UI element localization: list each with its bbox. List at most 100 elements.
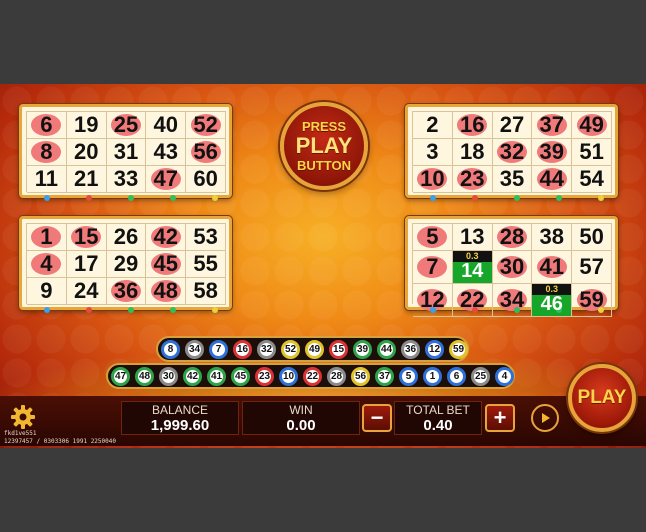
card-cell: 21 [66, 166, 107, 193]
drawn-ball: 52 [281, 339, 300, 359]
bingo-card-top-left: 6 19 25 40 52 8 20 31 43 56 11 21 33 47 60 [19, 104, 232, 201]
indicator-dot [86, 195, 92, 201]
card-number: 8 [40, 139, 53, 164]
card-cell: 38 [532, 224, 573, 251]
card-cell: 10 [413, 166, 453, 193]
balance-value: 1,999.60 [150, 417, 210, 434]
card-cell: 43 [146, 139, 187, 166]
indicator-dot [170, 195, 176, 201]
drawn-ball: 34 [185, 339, 204, 359]
bingo-card-bottom-left: 1 15 26 42 53 4 17 29 45 55 9 24 36 48 58 [19, 216, 232, 313]
card-grid: 5 13 28 38 50 7 0.3 14 30 41 57 12 22 34 0.3 46 59 [412, 223, 612, 317]
card-number: 12 [420, 287, 445, 312]
decrease-bet-button[interactable]: − [362, 404, 392, 432]
drawn-ball: 49 [305, 339, 324, 359]
win-panel: WIN 0.00 [242, 401, 360, 435]
card-cell: 9 [27, 278, 67, 305]
drawn-ball: 36 [401, 339, 420, 359]
card-number: 6 [40, 112, 53, 137]
card-cell: 23 [452, 166, 493, 193]
press-play-button-badge[interactable]: PRESS PLAY BUTTON [280, 102, 368, 190]
win-value: 0.00 [286, 417, 316, 434]
indicator-dot [472, 195, 478, 201]
total-bet-value: 0.40 [423, 417, 453, 434]
card-number: 36 [113, 278, 139, 303]
drawn-ball: 45 [231, 366, 250, 386]
card-cell: 13 [452, 224, 493, 251]
card-cell: 4 [27, 251, 67, 278]
card-cell: 47 [146, 166, 187, 193]
session-id: fkd1ve551 [4, 430, 37, 437]
card-number: 19 [73, 112, 99, 137]
card-number: 47 [153, 166, 179, 191]
card-cell: 18 [452, 139, 493, 166]
card-number: 57 [579, 254, 604, 279]
card-cell: 30 [492, 251, 533, 284]
drawn-ball: 6 [447, 366, 466, 386]
card-number: 31 [113, 139, 139, 164]
card-number: 3 [426, 139, 439, 164]
card-number: 24 [73, 278, 99, 303]
card-number: 43 [153, 139, 179, 164]
card-cell: 36 [106, 278, 147, 305]
card-cell: 58 [186, 278, 226, 305]
drawn-ball: 16 [233, 339, 252, 359]
card-cell: 27 [492, 112, 533, 139]
card-number: 28 [499, 224, 525, 249]
drawn-ball: 59 [449, 339, 468, 359]
indicator-dot [556, 195, 562, 201]
card-number: 21 [73, 166, 99, 191]
drawn-ball: 37 [375, 366, 394, 386]
card-cell: 8 [27, 139, 67, 166]
settings-gear-icon[interactable] [10, 404, 36, 430]
card-number: 15 [73, 224, 99, 249]
card-cell: 56 [186, 139, 226, 166]
play-arrow-icon [542, 413, 550, 423]
indicator-dot [44, 307, 50, 313]
card-cell: 55 [186, 251, 226, 278]
drawn-ball: 15 [329, 339, 348, 359]
indicator-dot [598, 195, 604, 201]
indicator-dot [514, 195, 520, 201]
drawn-balls-row-1: 8 34 7 16 32 52 49 15 39 44 36 12 59 [156, 336, 469, 362]
card-cell: 7 [413, 251, 453, 284]
card-number: 30 [499, 254, 525, 279]
button-label: BUTTON [297, 158, 351, 173]
indicator-dot [86, 307, 92, 313]
card-number: 29 [113, 251, 139, 276]
card-cell: 48 [146, 278, 187, 305]
card-cell: 24 [66, 278, 107, 305]
indicator-dot [430, 195, 436, 201]
card-cell: 28 [492, 224, 533, 251]
card-cell: 49 [572, 112, 612, 139]
card-cell: 11 [27, 166, 67, 193]
card-cell: 5 [413, 224, 453, 251]
increase-bet-button[interactable]: + [485, 404, 515, 432]
win-label: WIN [289, 403, 313, 417]
card-cell: 2 [413, 112, 453, 139]
drawn-ball: 10 [279, 366, 298, 386]
indicator-dot [170, 307, 176, 313]
card-number: 44 [539, 166, 565, 191]
card-number: 35 [499, 166, 525, 191]
card-cell: 54 [572, 166, 612, 193]
card-cell: 39 [532, 139, 573, 166]
card-number: 54 [579, 166, 604, 191]
card-cell: 50 [572, 224, 612, 251]
card-number: 38 [539, 224, 565, 249]
indicator-dot [212, 307, 218, 313]
drawn-ball: 25 [471, 366, 490, 386]
drawn-ball: 5 [399, 366, 418, 386]
drawn-ball: 28 [327, 366, 346, 386]
card-grid: 6 19 25 40 52 8 20 31 43 56 11 21 33 47 60 [26, 111, 226, 193]
autoplay-button[interactable] [531, 404, 559, 432]
win-multiplier: 0.3 [452, 251, 492, 262]
win-multiplier: 0.3 [532, 284, 572, 295]
play-button[interactable]: PLAY [568, 364, 636, 432]
card-indicator-dots [22, 195, 229, 201]
card-cell: 37 [532, 112, 573, 139]
card-number: 5 [426, 224, 439, 249]
card-number: 7 [426, 254, 439, 279]
drawn-ball: 48 [135, 366, 154, 386]
card-number: 51 [579, 139, 604, 164]
